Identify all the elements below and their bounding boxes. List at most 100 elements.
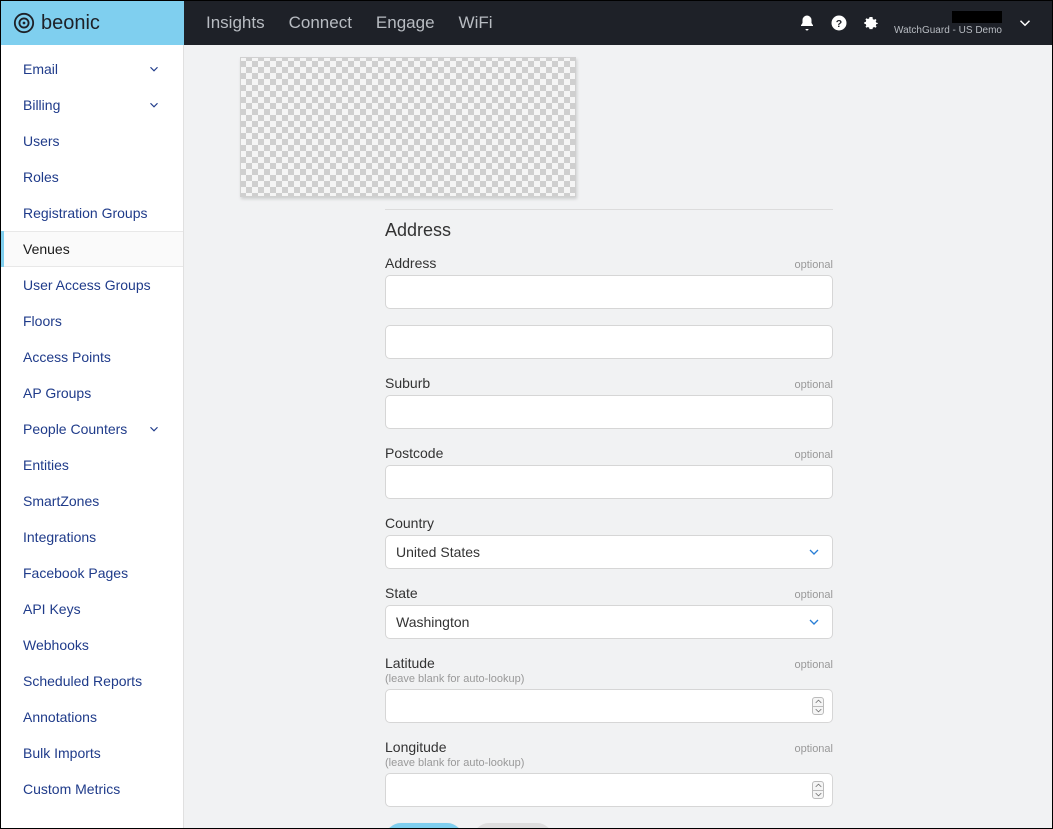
sidebar-item-smartzones[interactable]: SmartZones — [1, 483, 183, 519]
optional-badge: optional — [794, 259, 833, 271]
chevron-down-icon — [806, 614, 822, 630]
label-longitude: Longitude — [385, 739, 447, 755]
section-title-address: Address — [184, 220, 834, 241]
chevron-down-icon — [147, 422, 161, 436]
sidebar-item-scheduled-reports[interactable]: Scheduled Reports — [1, 663, 183, 699]
bell-icon[interactable] — [798, 14, 816, 32]
button-row: Create Cancel — [184, 823, 834, 828]
svg-text:?: ? — [836, 18, 842, 30]
sidebar-item-label: Roles — [23, 169, 59, 185]
help-icon[interactable]: ? — [830, 14, 848, 32]
gear-icon[interactable] — [862, 14, 880, 32]
section-divider — [385, 209, 833, 210]
label-country: Country — [385, 515, 434, 531]
number-spinner[interactable] — [812, 781, 824, 799]
sidebar-item-user-access-groups[interactable]: User Access Groups — [1, 267, 183, 303]
cancel-button[interactable]: Cancel — [473, 823, 553, 828]
sidebar-item-floors[interactable]: Floors — [1, 303, 183, 339]
hint-latitude: (leave blank for auto-lookup) — [184, 673, 834, 685]
sidebar-item-billing[interactable]: Billing — [1, 87, 183, 123]
sidebar-item-registration-groups[interactable]: Registration Groups — [1, 195, 183, 231]
optional-badge: optional — [794, 449, 833, 461]
nav-engage[interactable]: Engage — [376, 13, 435, 33]
select-value: United States — [396, 544, 480, 560]
state-select[interactable]: Washington — [385, 605, 833, 639]
country-select[interactable]: United States — [385, 535, 833, 569]
sidebar-item-label: People Counters — [23, 421, 127, 437]
sidebar-item-ap-groups[interactable]: AP Groups — [1, 375, 183, 411]
spinner-up-icon — [815, 783, 822, 788]
sidebar-item-label: Email — [23, 61, 58, 77]
sidebar-item-access-points[interactable]: Access Points — [1, 339, 183, 375]
sidebar-item-label: Venues — [23, 241, 70, 257]
sidebar-item-label: Facebook Pages — [23, 565, 128, 581]
label-latitude: Latitude — [385, 655, 435, 671]
sidebar-item-facebook-pages[interactable]: Facebook Pages — [1, 555, 183, 591]
sidebar-item-venues[interactable]: Venues — [1, 231, 183, 267]
chevron-down-icon[interactable] — [1016, 14, 1034, 32]
sidebar-item-annotations[interactable]: Annotations — [1, 699, 183, 735]
sidebar-item-label: Integrations — [23, 529, 96, 545]
label-address: Address — [385, 255, 436, 271]
sidebar-item-label: SmartZones — [23, 493, 99, 509]
sidebar-item-users[interactable]: Users — [1, 123, 183, 159]
sidebar-item-label: Entities — [23, 457, 69, 473]
longitude-input[interactable] — [385, 773, 833, 807]
sidebar-item-label: Registration Groups — [23, 205, 148, 221]
address-input-1[interactable] — [385, 275, 833, 309]
latitude-input[interactable] — [385, 689, 833, 723]
main-content: Address Addressoptional Suburboptional P… — [184, 45, 1052, 828]
sidebar-item-integrations[interactable]: Integrations — [1, 519, 183, 555]
org-name: WatchGuard - US Demo — [894, 25, 1002, 36]
sidebar-item-roles[interactable]: Roles — [1, 159, 183, 195]
sidebar-item-label: AP Groups — [23, 385, 91, 401]
top-right: ? WatchGuard - US Demo — [798, 11, 1052, 36]
org-logo-placeholder — [952, 11, 1002, 23]
spinner-up-icon — [815, 699, 822, 704]
sidebar-item-email[interactable]: Email — [1, 51, 183, 87]
chevron-down-icon — [147, 62, 161, 76]
topbar: beonic Insights Connect Engage WiFi ? Wa… — [1, 1, 1052, 45]
top-nav: Insights Connect Engage WiFi — [184, 13, 493, 33]
optional-badge: optional — [794, 589, 833, 601]
suburb-input[interactable] — [385, 395, 833, 429]
nav-connect[interactable]: Connect — [289, 13, 352, 33]
optional-badge: optional — [794, 379, 833, 391]
sidebar-item-bulk-imports[interactable]: Bulk Imports — [1, 735, 183, 771]
optional-badge: optional — [794, 659, 833, 671]
sidebar-item-label: Billing — [23, 97, 60, 113]
sidebar-item-label: Users — [23, 133, 60, 149]
brand-icon — [13, 12, 35, 34]
image-placeholder[interactable] — [240, 57, 576, 197]
select-value: Washington — [396, 614, 469, 630]
sidebar-item-label: Webhooks — [23, 637, 89, 653]
postcode-input[interactable] — [385, 465, 833, 499]
sidebar-item-people-counters[interactable]: People Counters — [1, 411, 183, 447]
sidebar-item-label: Access Points — [23, 349, 111, 365]
hint-longitude: (leave blank for auto-lookup) — [184, 757, 834, 769]
nav-wifi[interactable]: WiFi — [459, 13, 493, 33]
org-selector[interactable]: WatchGuard - US Demo — [894, 11, 1002, 36]
sidebar-item-webhooks[interactable]: Webhooks — [1, 627, 183, 663]
number-spinner[interactable] — [812, 697, 824, 715]
brand-name: beonic — [41, 12, 100, 35]
sidebar-item-label: API Keys — [23, 601, 81, 617]
address-input-2[interactable] — [385, 325, 833, 359]
spinner-down-icon — [815, 708, 822, 713]
sidebar-item-label: Floors — [23, 313, 62, 329]
sidebar-item-custom-metrics[interactable]: Custom Metrics — [1, 771, 183, 807]
sidebar: Email Billing Users Roles Registration G… — [1, 45, 184, 828]
sidebar-item-label: Custom Metrics — [23, 781, 120, 797]
sidebar-item-entities[interactable]: Entities — [1, 447, 183, 483]
sidebar-item-label: User Access Groups — [23, 277, 151, 293]
chevron-down-icon — [147, 98, 161, 112]
label-suburb: Suburb — [385, 375, 430, 391]
sidebar-item-api-keys[interactable]: API Keys — [1, 591, 183, 627]
brand-logo[interactable]: beonic — [1, 1, 184, 45]
optional-badge: optional — [794, 743, 833, 755]
nav-insights[interactable]: Insights — [206, 13, 265, 33]
label-state: State — [385, 585, 418, 601]
chevron-down-icon — [806, 544, 822, 560]
create-button[interactable]: Create — [385, 823, 463, 828]
sidebar-item-label: Scheduled Reports — [23, 673, 142, 689]
